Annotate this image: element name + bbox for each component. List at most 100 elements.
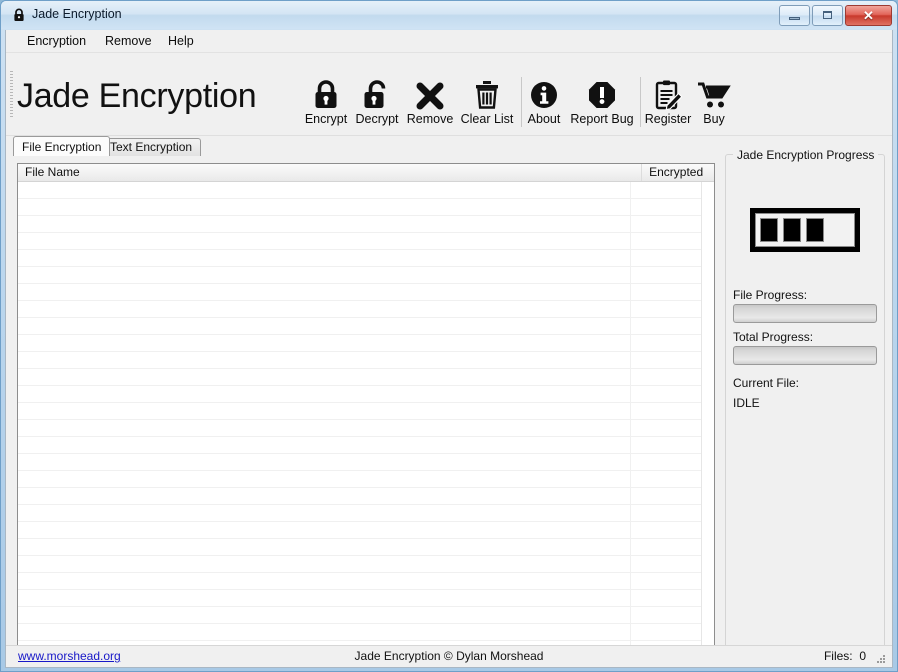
column-header-encrypted[interactable]: Encrypted xyxy=(642,164,714,181)
encrypt-button-label: Encrypt xyxy=(304,112,348,126)
table-row[interactable] xyxy=(18,624,701,641)
toolbar-grip[interactable] xyxy=(10,71,13,119)
table-cell xyxy=(18,471,630,487)
close-button[interactable]: ✕ xyxy=(845,5,892,26)
file-progress-bar xyxy=(733,304,877,323)
table-cell xyxy=(630,318,701,334)
table-row[interactable] xyxy=(18,556,701,573)
table-cell xyxy=(18,607,630,623)
resize-grip-icon[interactable] xyxy=(875,652,887,664)
table-row[interactable] xyxy=(18,318,701,335)
maximize-icon xyxy=(823,11,832,19)
table-row[interactable] xyxy=(18,182,701,199)
toolbar: Jade Encryption Encrypt Decrypt Remove C… xyxy=(6,53,892,136)
window-title: Jade Encryption xyxy=(32,7,122,21)
file-progress-label: File Progress: xyxy=(733,288,808,302)
table-cell xyxy=(18,624,630,640)
total-progress-label: Total Progress: xyxy=(733,330,814,344)
title-bar: Jade Encryption ✕ xyxy=(1,1,897,29)
file-list[interactable]: File Name Encrypted xyxy=(17,163,715,660)
table-row[interactable] xyxy=(18,250,701,267)
table-row[interactable] xyxy=(18,607,701,624)
table-cell xyxy=(630,573,701,589)
table-cell xyxy=(18,488,630,504)
table-row[interactable] xyxy=(18,488,701,505)
table-row[interactable] xyxy=(18,471,701,488)
table-row[interactable] xyxy=(18,199,701,216)
menu-item-encryption[interactable]: Encryption xyxy=(20,33,93,50)
table-row[interactable] xyxy=(18,267,701,284)
file-list-scrollbar[interactable] xyxy=(701,182,714,659)
table-cell xyxy=(630,505,701,521)
status-bar: www.morshead.org Jade Encryption © Dylan… xyxy=(6,645,892,667)
exclamation-octagon-icon xyxy=(587,79,617,111)
table-cell xyxy=(18,335,630,351)
table-cell xyxy=(630,454,701,470)
app-title: Jade Encryption xyxy=(17,77,257,115)
table-cell xyxy=(18,454,630,470)
table-cell xyxy=(18,352,630,368)
padlock-open-icon xyxy=(362,79,392,111)
file-list-body[interactable] xyxy=(18,182,701,659)
table-row[interactable] xyxy=(18,352,701,369)
table-cell xyxy=(630,522,701,538)
tab-file-encryption[interactable]: File Encryption xyxy=(13,136,111,156)
table-cell xyxy=(630,335,701,351)
table-row[interactable] xyxy=(18,369,701,386)
table-cell xyxy=(630,471,701,487)
table-row[interactable] xyxy=(18,437,701,454)
maximize-button[interactable] xyxy=(812,5,843,26)
client-area: Encryption Remove Help Jade Encryption E… xyxy=(5,30,893,668)
minimize-button[interactable] xyxy=(779,5,810,26)
table-cell xyxy=(18,182,630,198)
table-cell xyxy=(630,182,701,198)
table-row[interactable] xyxy=(18,539,701,556)
tab-text-encryption[interactable]: Text Encryption xyxy=(101,138,202,156)
table-cell xyxy=(18,369,630,385)
table-row[interactable] xyxy=(18,301,701,318)
table-cell xyxy=(630,539,701,555)
table-cell xyxy=(18,318,630,334)
toolbar-separator xyxy=(521,77,522,127)
column-header-file-name[interactable]: File Name xyxy=(18,164,643,181)
file-list-header: File Name Encrypted xyxy=(18,164,714,182)
table-row[interactable] xyxy=(18,420,701,437)
files-label: Files: xyxy=(823,649,853,663)
window-controls: ✕ xyxy=(779,5,892,26)
table-row[interactable] xyxy=(18,403,701,420)
buy-button-label: Buy xyxy=(703,112,725,126)
decrypt-button-label: Decrypt xyxy=(355,112,399,126)
progress-blocks-icon xyxy=(750,208,860,252)
table-cell xyxy=(18,505,630,521)
table-cell xyxy=(630,284,701,300)
about-button-label: About xyxy=(527,112,561,126)
table-row[interactable] xyxy=(18,522,701,539)
table-row[interactable] xyxy=(18,284,701,301)
table-row[interactable] xyxy=(18,573,701,590)
table-cell xyxy=(18,556,630,572)
table-cell xyxy=(18,573,630,589)
menu-item-remove[interactable]: Remove xyxy=(98,33,159,50)
table-cell xyxy=(18,216,630,232)
table-row[interactable] xyxy=(18,233,701,250)
table-row[interactable] xyxy=(18,454,701,471)
table-row[interactable] xyxy=(18,386,701,403)
table-row[interactable] xyxy=(18,590,701,607)
current-file-value: IDLE xyxy=(733,396,760,410)
table-cell xyxy=(630,624,701,640)
table-cell xyxy=(630,556,701,572)
table-row[interactable] xyxy=(18,335,701,352)
table-cell xyxy=(18,590,630,606)
table-row[interactable] xyxy=(18,505,701,522)
table-cell xyxy=(18,267,630,283)
table-row[interactable] xyxy=(18,216,701,233)
table-cell xyxy=(630,301,701,317)
table-cell xyxy=(630,352,701,368)
minimize-icon xyxy=(789,17,800,20)
trash-can-icon xyxy=(474,79,500,111)
total-progress-bar xyxy=(733,346,877,365)
menu-item-help[interactable]: Help xyxy=(161,33,201,50)
info-circle-icon xyxy=(529,79,559,111)
table-cell xyxy=(18,522,630,538)
table-cell xyxy=(630,607,701,623)
